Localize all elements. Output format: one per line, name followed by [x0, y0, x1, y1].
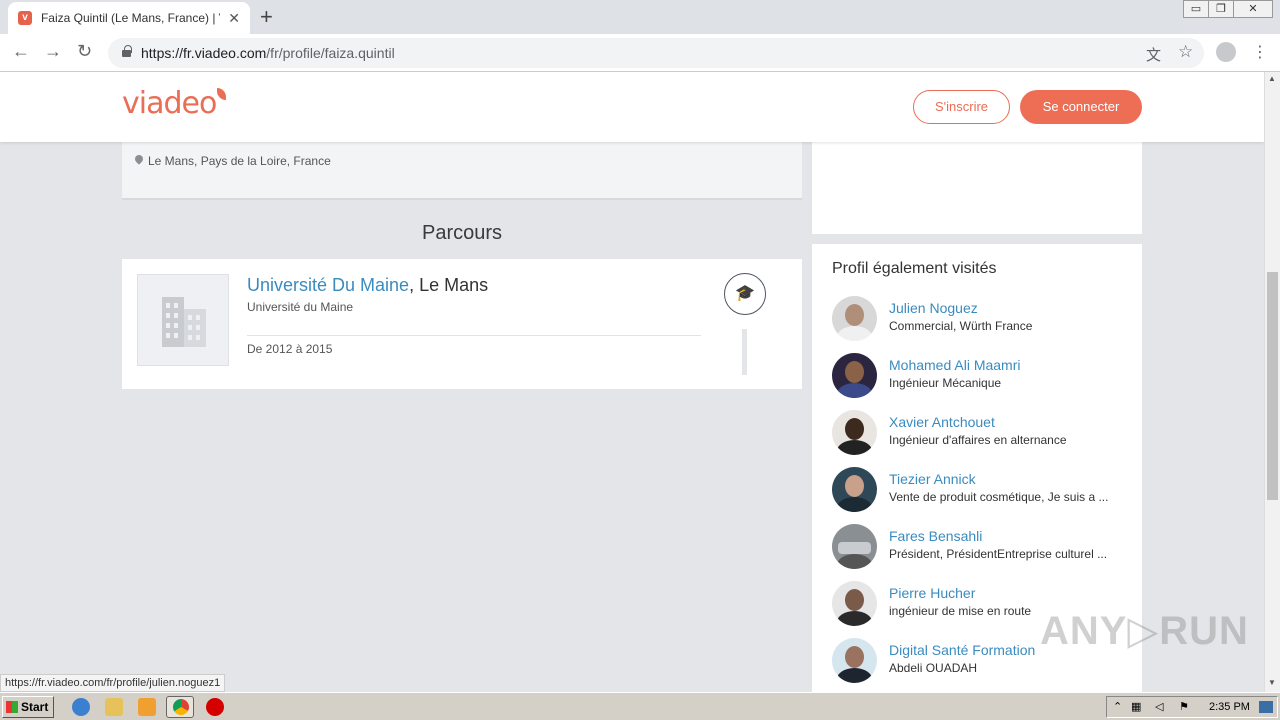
- windows-logo-icon: [6, 701, 18, 713]
- media-player-icon[interactable]: [138, 698, 156, 716]
- address-bar[interactable]: https://fr.viadeo.com/fr/profile/faiza.q…: [108, 38, 1204, 68]
- profile-location: Le Mans, Pays de la Loire, France: [148, 154, 331, 168]
- windows-taskbar: Start ⌃ ▦ ◁ ⚑ 2:35 PM: [0, 692, 1280, 720]
- avatar[interactable]: [832, 296, 877, 341]
- url-path: /fr/profile/faiza.quintil: [266, 45, 395, 61]
- divider: [247, 335, 701, 336]
- warning-app-icon[interactable]: [206, 698, 224, 716]
- start-button[interactable]: Start: [2, 696, 54, 718]
- signup-button[interactable]: S'inscrire: [913, 90, 1010, 124]
- window-minimize-button[interactable]: ▭: [1183, 0, 1209, 18]
- browser-tab[interactable]: v Faiza Quintil (Le Mans, France) | Viad…: [8, 2, 250, 34]
- scrollbar-thumb[interactable]: [1267, 272, 1278, 500]
- page-viewport: viadeo S'inscrire Se connecter Le Mans, …: [0, 72, 1264, 692]
- reload-button[interactable]: ↻: [77, 41, 92, 62]
- browser-tab-bar: v Faiza Quintil (Le Mans, France) | Viad…: [0, 0, 1280, 34]
- status-bar-url: https://fr.viadeo.com/fr/profile/julien.…: [0, 674, 226, 692]
- chrome-taskbar-button[interactable]: [166, 696, 194, 718]
- logo-leaf-icon: [217, 88, 227, 100]
- location-pin-icon: [133, 153, 145, 165]
- flag-icon[interactable]: ⚑: [1179, 700, 1189, 713]
- system-tray: ⌃ ▦ ◁ ⚑ 2:35 PM: [1106, 696, 1278, 718]
- person-role: Ingénieur d'affaires en alternance: [889, 433, 1067, 447]
- network-icon[interactable]: ▦: [1131, 700, 1141, 713]
- tab-title: Faiza Quintil (Le Mans, France) | Viadeo: [40, 11, 220, 25]
- translate-icon[interactable]: 文: [1146, 44, 1161, 65]
- scroll-down-arrow-icon[interactable]: ▼: [1268, 678, 1276, 687]
- new-tab-button[interactable]: +: [260, 4, 273, 30]
- anyrun-watermark: ANY▷RUN: [1040, 609, 1249, 653]
- person-name[interactable]: Digital Santé Formation: [889, 642, 1035, 658]
- person-role: Ingénieur Mécanique: [889, 376, 1002, 390]
- scroll-up-arrow-icon[interactable]: ▲: [1268, 74, 1276, 83]
- folder-icon[interactable]: [105, 698, 123, 716]
- person-name[interactable]: Fares Bensahli: [889, 528, 982, 544]
- back-button[interactable]: ←: [12, 41, 30, 62]
- list-item[interactable]: Mohamed Ali Maamri Ingénieur Mécanique: [832, 353, 1132, 401]
- avatar[interactable]: [832, 410, 877, 455]
- page-scrollbar[interactable]: ▲ ▼: [1264, 72, 1280, 692]
- person-name[interactable]: Mohamed Ali Maamri: [889, 357, 1021, 373]
- person-name[interactable]: Tiezier Annick: [889, 471, 976, 487]
- volume-icon[interactable]: ◁: [1155, 700, 1163, 713]
- education-card: Université Du Maine, Le Mans Université …: [122, 259, 802, 389]
- list-item[interactable]: Fares Bensahli Président, PrésidentEntre…: [832, 524, 1132, 572]
- person-name[interactable]: Xavier Antchouet: [889, 414, 995, 430]
- profile-location-card: Le Mans, Pays de la Loire, France: [122, 140, 802, 200]
- sidebar-top-card: [812, 140, 1142, 234]
- school-name: Université Du Maine, Le Mans: [247, 275, 488, 296]
- forward-button[interactable]: →: [44, 41, 62, 62]
- avatar[interactable]: [832, 467, 877, 512]
- person-name[interactable]: Julien Noguez: [889, 300, 978, 316]
- school-subtitle: Université du Maine: [247, 300, 354, 314]
- internet-explorer-icon[interactable]: [72, 698, 90, 716]
- also-visited-title: Profil également visités: [832, 260, 997, 277]
- url-text: https://fr.viadeo.com/fr/profile/faiza.q…: [141, 45, 395, 61]
- list-item[interactable]: Xavier Antchouet Ingénieur d'affaires en…: [832, 410, 1132, 458]
- building-icon: [162, 297, 184, 347]
- timeline-line: [742, 329, 747, 375]
- list-item[interactable]: Tiezier Annick Vente de produit cosmétiq…: [832, 467, 1132, 515]
- lock-icon: [122, 45, 132, 57]
- window-close-button[interactable]: ✕: [1233, 0, 1273, 18]
- avatar[interactable]: [832, 581, 877, 626]
- url-host: https://fr.viadeo.com: [141, 45, 267, 61]
- browser-profile-avatar[interactable]: [1216, 42, 1236, 62]
- graduation-cap-icon: 🎓: [724, 273, 766, 315]
- browser-menu-icon[interactable]: ⋮: [1252, 42, 1268, 62]
- start-label: Start: [21, 700, 49, 714]
- person-role: Commercial, Würth France: [889, 319, 1033, 333]
- show-desktop-icon[interactable]: [1259, 701, 1273, 713]
- avatar[interactable]: [832, 353, 877, 398]
- tray-expand-icon[interactable]: ⌃: [1113, 700, 1122, 713]
- site-header: viadeo S'inscrire Se connecter: [0, 72, 1264, 142]
- avatar[interactable]: [832, 638, 877, 683]
- person-role: Abdeli OUADAH: [889, 661, 978, 675]
- education-dates: De 2012 à 2015: [247, 342, 333, 356]
- taskbar-clock: 2:35 PM: [1209, 701, 1250, 713]
- list-item[interactable]: Julien Noguez Commercial, Würth France: [832, 296, 1132, 344]
- avatar[interactable]: [832, 524, 877, 569]
- viadeo-favicon-icon: v: [18, 11, 32, 25]
- parcours-heading: Parcours: [421, 222, 503, 244]
- tab-close-icon[interactable]: ✕: [228, 10, 240, 27]
- school-city: , Le Mans: [409, 275, 489, 295]
- logo-text: viadeo: [122, 86, 217, 121]
- window-restore-button[interactable]: ❐: [1208, 0, 1234, 18]
- login-button[interactable]: Se connecter: [1020, 90, 1142, 124]
- person-role: Président, PrésidentEntreprise culturel …: [889, 547, 1108, 561]
- person-name[interactable]: Pierre Hucher: [889, 585, 975, 601]
- school-link[interactable]: Université Du Maine: [247, 275, 409, 295]
- viadeo-logo[interactable]: viadeo: [122, 86, 227, 121]
- person-role: Vente de produit cosmétique, Je suis a .…: [889, 490, 1109, 504]
- browser-toolbar: ← → ↻ https://fr.viadeo.com/fr/profile/f…: [0, 34, 1280, 72]
- bookmark-star-icon[interactable]: ☆: [1178, 42, 1193, 62]
- school-logo-placeholder: [137, 274, 229, 366]
